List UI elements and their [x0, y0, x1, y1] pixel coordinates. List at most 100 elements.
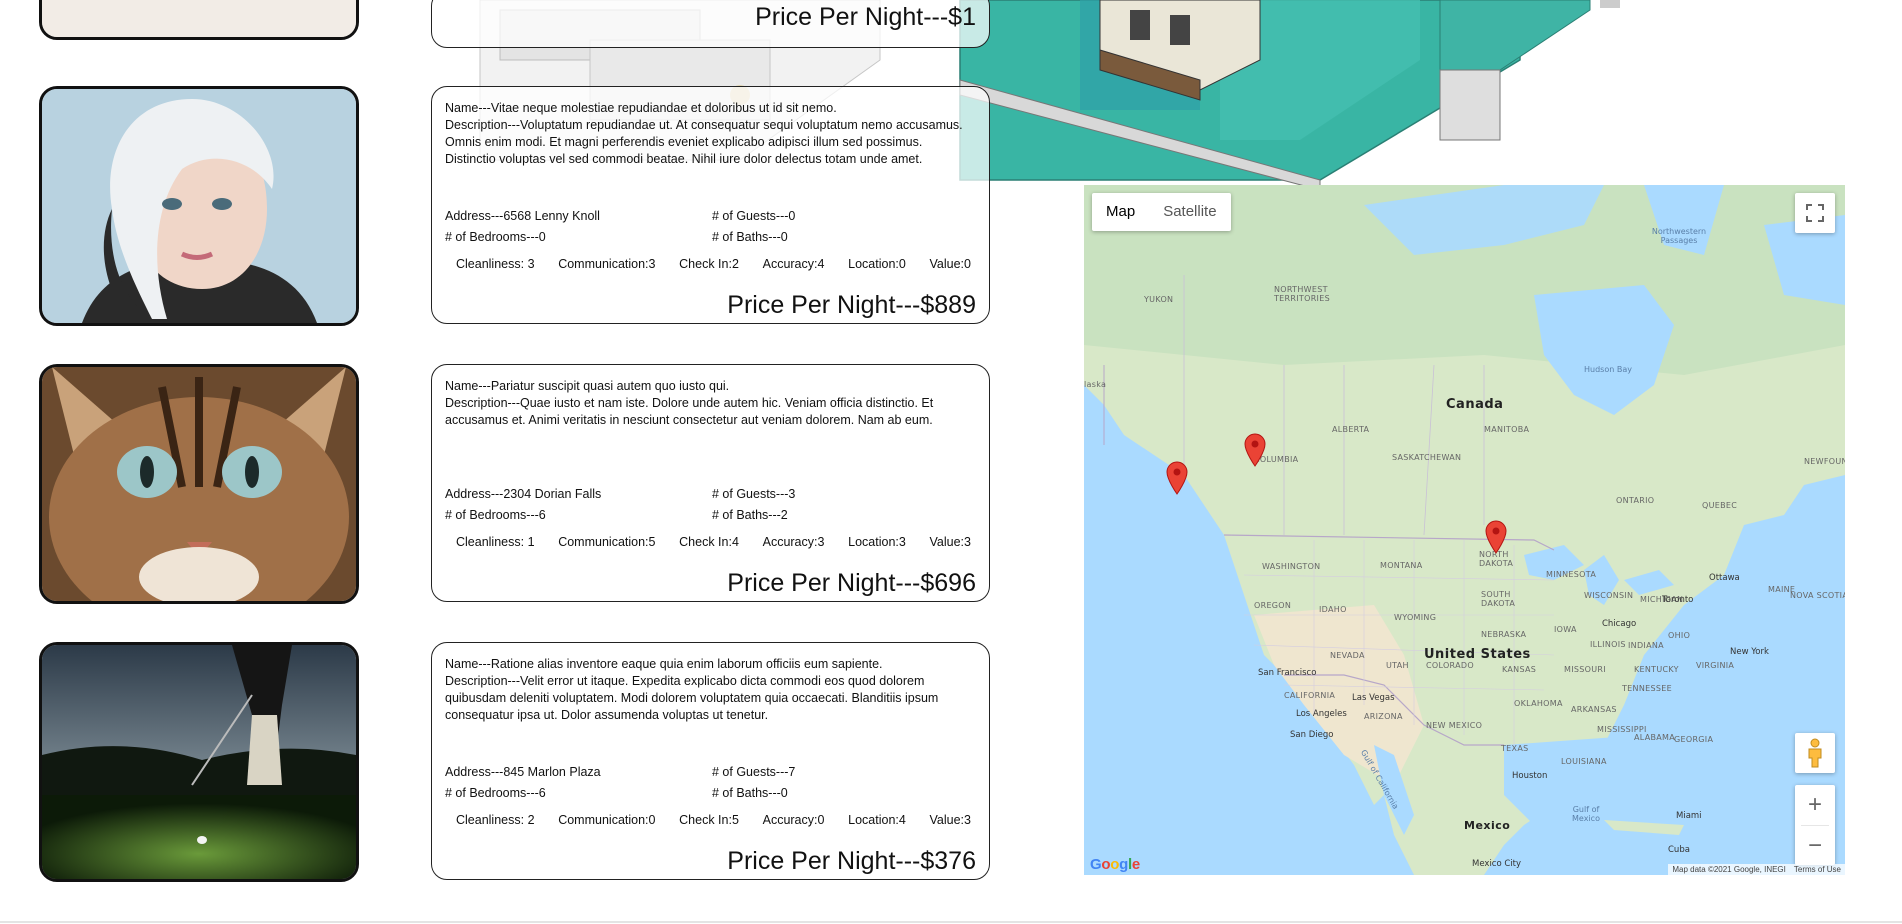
- pegman-icon: [1808, 738, 1822, 768]
- map-label-virginia: VIRGINIA: [1696, 661, 1735, 670]
- street-view-button[interactable]: [1795, 733, 1835, 773]
- rating-value: Value:3: [929, 813, 971, 827]
- woman-portrait-icon: [42, 89, 356, 323]
- rating-location: Location:4: [848, 813, 906, 827]
- map-label-texas: TEXAS: [1501, 744, 1529, 753]
- map-label-idaho: IDAHO: [1319, 605, 1347, 614]
- listing-card[interactable]: Name---Ratione alias inventore eaque qui…: [431, 642, 990, 880]
- map-label-minnesota: MINNESOTA: [1546, 570, 1597, 579]
- listing-photo[interactable]: [39, 642, 359, 882]
- listing-bedrooms: # of Bedrooms---6: [445, 786, 546, 800]
- map-label-iowa: IOWA: [1554, 625, 1577, 634]
- map-label-mexico-city: Mexico City: [1472, 859, 1522, 869]
- zoom-in-button[interactable]: +: [1795, 785, 1835, 825]
- map-label-oregon: OREGON: [1254, 601, 1292, 610]
- map-label-oklahoma: OKLAHOMA: [1514, 699, 1563, 708]
- listing-name: Name---Pariatur suscipit quasi autem quo…: [445, 379, 730, 393]
- rating-value: Value:0: [929, 257, 971, 271]
- map-label-nw-passages: Northwestern Passages: [1651, 227, 1707, 245]
- rating-accuracy: Accuracy:4: [762, 257, 825, 271]
- listing-price: Price Per Night---$889: [727, 291, 976, 319]
- listing-guests: # of Guests---3: [712, 487, 796, 501]
- listing-name: Name---Vitae neque molestiae repudiandae…: [445, 101, 837, 115]
- rating-cleanliness: Cleanliness: 3: [456, 257, 535, 271]
- rating-communication: Communication:5: [558, 535, 656, 549]
- listing-ratings: Cleanliness: 1 Communication:5 Check In:…: [456, 534, 971, 551]
- listing-guests: # of Guests---0: [712, 209, 796, 223]
- listing-guests: # of Guests---7: [712, 765, 796, 779]
- map-label-south-dakota: SOUTH DAKOTA: [1481, 590, 1516, 608]
- page-divider: [0, 921, 1902, 923]
- map-label-arizona: ARIZONA: [1364, 712, 1403, 721]
- map-type-map-button[interactable]: Map: [1092, 193, 1149, 231]
- rating-value: Value:3: [929, 535, 971, 549]
- map-label-nova-scotia: NOVA SCOTIA: [1790, 591, 1845, 600]
- google-logo[interactable]: Google: [1090, 856, 1140, 873]
- map-label-canada: Canada: [1446, 397, 1504, 412]
- map-label-kansas: KANSAS: [1502, 665, 1537, 674]
- fullscreen-button[interactable]: [1795, 193, 1835, 233]
- listing-description: Description---Voluptatum repudiandae ut.…: [445, 118, 963, 166]
- map-label-new-york: New York: [1730, 647, 1769, 657]
- map-label-montana: MONTANA: [1380, 561, 1423, 570]
- map-label-colorado: COLORADO: [1426, 661, 1474, 670]
- rating-accuracy: Accuracy:0: [762, 813, 825, 827]
- rating-accuracy: Accuracy:3: [762, 535, 825, 549]
- map-data-credit: Map data ©2021 Google, INEGI: [1672, 865, 1786, 874]
- rating-location: Location:3: [848, 535, 906, 549]
- map-marker-icon[interactable]: [1166, 461, 1188, 495]
- listing-bedrooms: # of Bedrooms---0: [445, 230, 546, 244]
- map-label-miami: Miami: [1676, 811, 1702, 821]
- rating-check-in: Check In:5: [679, 813, 739, 827]
- map-label-san-francisco: San Francisco: [1258, 668, 1317, 678]
- map-type-control: Map Satellite: [1092, 193, 1231, 231]
- listing-image-icon: [42, 0, 356, 37]
- map-label-illinois: ILLINOIS: [1590, 640, 1626, 649]
- map-label-los-angeles: Los Angeles: [1296, 709, 1347, 719]
- map-type-satellite-button[interactable]: Satellite: [1149, 193, 1230, 231]
- map-label-saskatchewan: SASKATCHEWAN: [1392, 453, 1462, 462]
- map-label-nwt: NORTHWEST TERRITORIES: [1274, 285, 1330, 303]
- map-label-washington: WASHINGTON: [1262, 562, 1321, 571]
- map-label-nebraska: NEBRASKA: [1481, 630, 1527, 639]
- listing-card[interactable]: Price Per Night---$1: [431, 0, 990, 48]
- map-label-las-vegas: Las Vegas: [1352, 693, 1395, 703]
- map-marker-icon[interactable]: [1485, 520, 1507, 554]
- map-label-ottawa: Ottawa: [1709, 573, 1740, 583]
- map-view[interactable]: Canada United States Mexico YUKON NORTHW…: [1084, 185, 1845, 875]
- listing-photo[interactable]: [39, 86, 359, 326]
- map-label-wyoming: WYOMING: [1394, 613, 1437, 622]
- rating-check-in: Check In:4: [679, 535, 739, 549]
- map-label-alberta: ALBERTA: [1332, 425, 1370, 434]
- map-label-toronto: Toronto: [1662, 595, 1694, 605]
- map-label-chicago: Chicago: [1602, 619, 1637, 629]
- listing-card[interactable]: Name---Vitae neque molestiae repudiandae…: [431, 86, 990, 324]
- listing-bedrooms: # of Bedrooms---6: [445, 508, 546, 522]
- rating-communication: Communication:0: [558, 813, 656, 827]
- map-label-georgia: GEORGIA: [1674, 735, 1714, 744]
- rating-location: Location:0: [848, 257, 906, 271]
- map-label-yukon: YUKON: [1144, 295, 1174, 304]
- cat-face-icon: [42, 367, 356, 601]
- listing-baths: # of Baths---2: [712, 508, 788, 522]
- map-marker-icon[interactable]: [1244, 433, 1266, 467]
- map-label-maine: MAINE: [1768, 585, 1796, 594]
- listing-price: Price Per Night---$696: [727, 569, 976, 597]
- zoom-out-button[interactable]: −: [1795, 826, 1835, 866]
- terms-of-use-link[interactable]: Terms of Use: [1794, 865, 1841, 874]
- listing-photo[interactable]: [39, 364, 359, 604]
- listing-description: Description---Velit error ut itaque. Exp…: [445, 674, 939, 722]
- rating-cleanliness: Cleanliness: 1: [456, 535, 535, 549]
- listing-price: Price Per Night---$1: [755, 3, 976, 31]
- map-label-california: CALIFORNIA: [1284, 691, 1336, 700]
- listing-ratings: Cleanliness: 2 Communication:0 Check In:…: [456, 812, 971, 829]
- map-label-utah: UTAH: [1386, 661, 1409, 670]
- listing-card[interactable]: Name---Pariatur suscipit quasi autem quo…: [431, 364, 990, 602]
- rating-communication: Communication:3: [558, 257, 656, 271]
- map-label-ontario: ONTARIO: [1616, 496, 1655, 505]
- map-label-ohio: OHIO: [1668, 631, 1691, 640]
- map-tiles: [1084, 185, 1845, 875]
- map-label-tennessee: TENNESSEE: [1622, 684, 1672, 693]
- listing-photo[interactable]: [39, 0, 359, 40]
- listing-name: Name---Ratione alias inventore eaque qui…: [445, 657, 883, 671]
